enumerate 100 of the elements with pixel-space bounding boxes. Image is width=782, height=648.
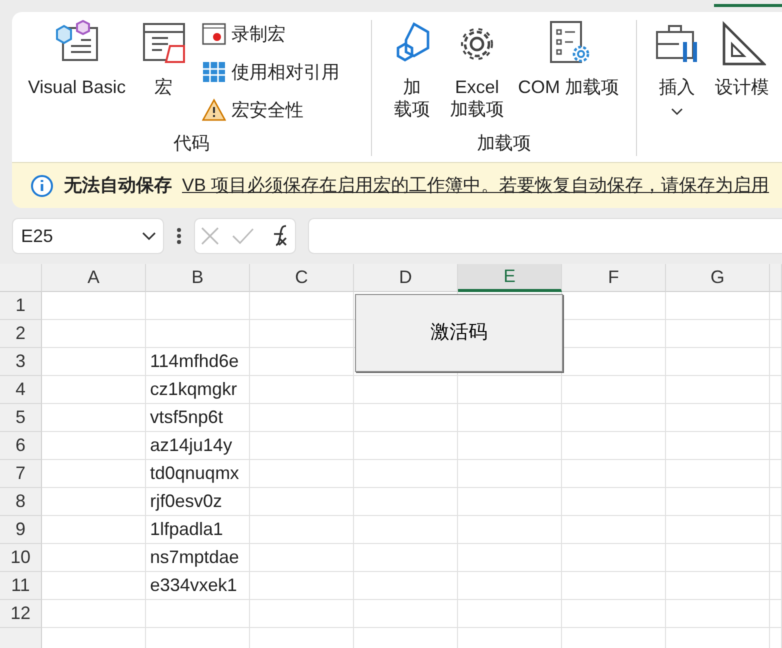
column-header[interactable]: G (666, 264, 770, 292)
table-cell[interactable] (354, 404, 458, 432)
ribbon-button[interactable]: 设计模 (715, 20, 769, 156)
table-cell[interactable] (770, 460, 782, 488)
table-cell[interactable] (458, 516, 562, 544)
column-header[interactable]: D (354, 264, 458, 292)
table-cell[interactable] (666, 376, 770, 404)
table-cell[interactable] (250, 572, 354, 600)
row-header[interactable]: 4 (0, 376, 42, 404)
table-cell[interactable] (666, 516, 770, 544)
table-cell[interactable] (770, 320, 782, 348)
table-cell[interactable] (666, 432, 770, 460)
table-cell[interactable]: ns7mptdae (146, 544, 250, 572)
table-cell[interactable]: az14ju14y (146, 432, 250, 460)
table-cell[interactable] (666, 404, 770, 432)
info-message-link[interactable]: VB 项目必须保存在启用宏的工作簿中。若要恢复自动保存，请保存为启用 (182, 172, 770, 199)
table-cell[interactable] (458, 404, 562, 432)
table-cell[interactable] (42, 376, 146, 404)
table-cell[interactable] (770, 544, 782, 572)
table-cell[interactable] (250, 544, 354, 572)
table-cell[interactable] (562, 544, 666, 572)
table-cell[interactable] (354, 488, 458, 516)
table-cell[interactable] (250, 404, 354, 432)
table-cell[interactable] (354, 460, 458, 488)
table-cell[interactable] (770, 600, 782, 628)
table-cell[interactable] (770, 488, 782, 516)
ribbon-button[interactable]: Excel 加载项 (450, 20, 504, 130)
table-cell[interactable] (250, 460, 354, 488)
ribbon-button[interactable]: 加 载项 (388, 20, 436, 130)
ribbon-button[interactable]: 插入 (653, 20, 701, 156)
table-cell[interactable] (770, 404, 782, 432)
table-cell[interactable] (250, 320, 354, 348)
table-cell[interactable] (458, 488, 562, 516)
table-cell[interactable] (666, 572, 770, 600)
row-header[interactable]: 12 (0, 600, 42, 628)
column-header[interactable]: B (146, 264, 250, 292)
column-header[interactable]: A (42, 264, 146, 292)
row-header[interactable]: 5 (0, 404, 42, 432)
table-cell[interactable] (770, 572, 782, 600)
table-cell[interactable]: e334vxek1 (146, 572, 250, 600)
table-cell[interactable] (458, 460, 562, 488)
select-all-corner[interactable] (0, 264, 42, 292)
table-cell[interactable] (562, 432, 666, 460)
column-header[interactable]: F (562, 264, 666, 292)
table-cell[interactable] (770, 516, 782, 544)
table-cell[interactable] (354, 600, 458, 628)
ribbon-button[interactable]: COM 加载项 (518, 20, 619, 130)
ribbon-button[interactable]: 宏 (140, 20, 188, 130)
table-cell[interactable] (666, 600, 770, 628)
table-cell[interactable] (42, 488, 146, 516)
table-cell[interactable]: vtsf5np6t (146, 404, 250, 432)
row-header[interactable]: 10 (0, 544, 42, 572)
row-header[interactable]: 1 (0, 292, 42, 320)
table-cell[interactable] (770, 348, 782, 376)
ribbon-button[interactable]: 宏安全性 (202, 96, 340, 124)
row-header[interactable]: 6 (0, 432, 42, 460)
table-cell[interactable] (250, 432, 354, 460)
table-cell[interactable] (250, 488, 354, 516)
table-cell[interactable] (250, 292, 354, 320)
table-cell[interactable] (42, 404, 146, 432)
table-cell[interactable]: 1lfpadla1 (146, 516, 250, 544)
table-cell[interactable] (666, 348, 770, 376)
table-cell[interactable] (770, 292, 782, 320)
table-cell[interactable] (666, 292, 770, 320)
table-cell[interactable] (146, 600, 250, 628)
table-cell[interactable] (666, 320, 770, 348)
table-cell[interactable] (354, 572, 458, 600)
row-header[interactable] (0, 628, 42, 648)
table-cell[interactable] (666, 460, 770, 488)
column-header[interactable]: C (250, 264, 354, 292)
table-cell[interactable] (770, 376, 782, 404)
ribbon-button[interactable]: 录制宏 (202, 20, 340, 48)
table-cell[interactable] (250, 600, 354, 628)
table-cell[interactable] (42, 460, 146, 488)
table-cell[interactable] (562, 600, 666, 628)
table-cell[interactable] (250, 348, 354, 376)
activation-button[interactable]: 激活码 (355, 294, 563, 372)
table-cell[interactable] (42, 600, 146, 628)
table-cell[interactable] (458, 544, 562, 572)
column-header[interactable]: E (458, 264, 562, 292)
table-cell[interactable] (250, 376, 354, 404)
table-cell[interactable] (666, 544, 770, 572)
table-cell[interactable] (42, 320, 146, 348)
table-cell[interactable] (562, 376, 666, 404)
table-cell[interactable] (42, 544, 146, 572)
ribbon-button[interactable]: Visual Basic (28, 20, 126, 130)
dropdown-icon[interactable] (141, 231, 157, 241)
table-cell[interactable] (458, 376, 562, 404)
name-box[interactable]: E25 (12, 218, 164, 254)
column-header[interactable] (770, 264, 782, 292)
table-cell[interactable] (354, 376, 458, 404)
table-cell[interactable] (354, 544, 458, 572)
table-cell[interactable] (42, 432, 146, 460)
ribbon-button[interactable]: 使用相对引用 (202, 58, 340, 86)
table-cell[interactable] (42, 516, 146, 544)
table-cell[interactable] (562, 404, 666, 432)
table-cell[interactable] (354, 516, 458, 544)
table-cell[interactable] (42, 348, 146, 376)
table-cell[interactable] (250, 516, 354, 544)
table-cell[interactable] (146, 292, 250, 320)
